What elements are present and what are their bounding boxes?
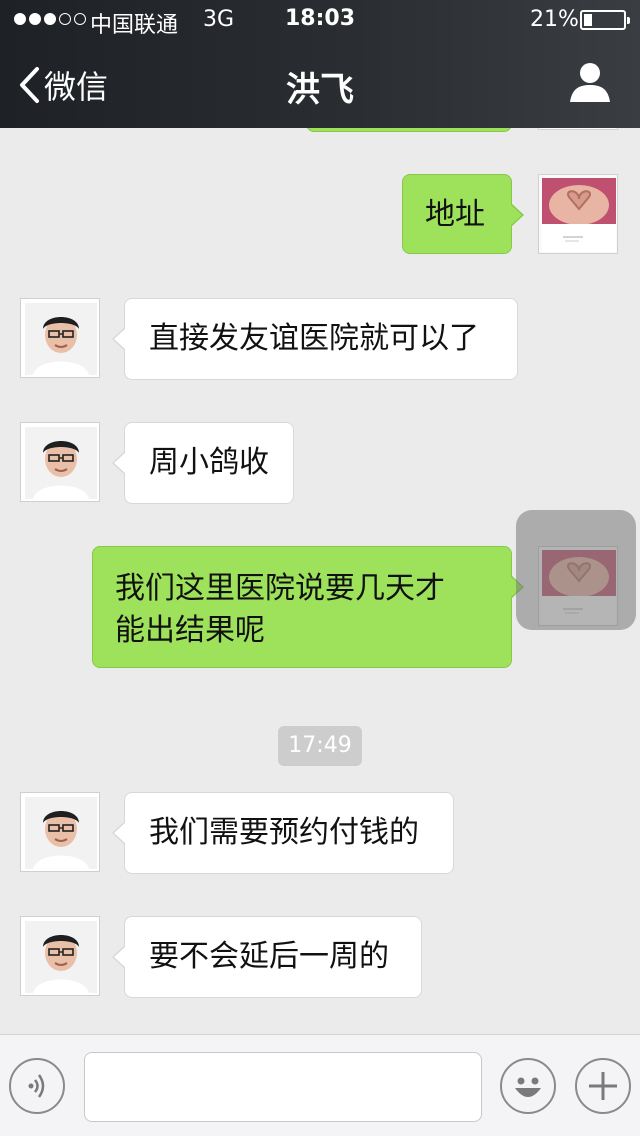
chat-area[interactable]: 地址 直接发友谊医院就可以了 周小鸽收 我们这里医院说要几天才 能出结果呢 17… (0, 128, 640, 1034)
contact-avatar-image (25, 427, 97, 499)
person-icon (570, 63, 610, 102)
contact-avatar[interactable] (20, 298, 100, 378)
message-bubble-outgoing[interactable]: 地址 (402, 174, 524, 254)
partial-outgoing-bubble (306, 128, 512, 132)
self-avatar-image (542, 178, 616, 252)
profile-button[interactable] (568, 60, 612, 104)
message-text-line-2: 能出结果呢 (115, 613, 265, 648)
top-bar: 中国联通 3G 18:03 21% 微信 洪飞 (0, 0, 640, 128)
time-divider: 17:49 (278, 726, 362, 766)
battery-level (584, 14, 592, 26)
chat-title: 洪飞 (286, 70, 354, 110)
message-bubble-outgoing[interactable]: 我们这里医院说要几天才 能出结果呢 (92, 546, 524, 668)
self-avatar[interactable] (538, 174, 618, 254)
pressed-highlight (516, 510, 636, 630)
contact-avatar-image (25, 303, 97, 375)
message-text-line-1: 我们这里医院说要几天才 (115, 571, 445, 606)
message-text: 我们需要预约付钱的 (149, 815, 419, 850)
plus-icon (589, 1072, 617, 1100)
emoji-icon (515, 1077, 541, 1097)
status-bar: 中国联通 3G 18:03 21% (0, 0, 640, 40)
message-text: 直接发友谊医院就可以了 (149, 321, 479, 356)
message-bubble-incoming[interactable]: 直接发友谊医院就可以了 (112, 298, 518, 380)
message-bubble-incoming[interactable]: 要不会延后一周的 (112, 916, 422, 998)
partial-self-avatar (538, 128, 618, 130)
message-text: 要不会延后一周的 (149, 939, 389, 974)
emoji-button[interactable] (500, 1058, 556, 1114)
message-bubble-incoming[interactable]: 我们需要预约付钱的 (112, 792, 454, 874)
battery-percent: 21% (530, 7, 579, 32)
voice-icon (28, 1074, 45, 1098)
message-input[interactable] (84, 1052, 482, 1122)
navigation-bar: 微信 洪飞 (0, 40, 640, 128)
contact-avatar[interactable] (20, 916, 100, 996)
message-text: 周小鸽收 (149, 445, 269, 480)
more-button[interactable] (575, 1058, 631, 1114)
contact-avatar[interactable] (20, 422, 100, 502)
message-bubble-incoming[interactable]: 周小鸽收 (112, 422, 294, 504)
voice-button[interactable] (9, 1058, 65, 1114)
contact-avatar-image (25, 921, 97, 993)
message-text: 地址 (425, 197, 485, 232)
contact-avatar-image (25, 797, 97, 869)
battery-icon (580, 10, 630, 30)
input-toolbar (0, 1034, 640, 1136)
contact-avatar[interactable] (20, 792, 100, 872)
